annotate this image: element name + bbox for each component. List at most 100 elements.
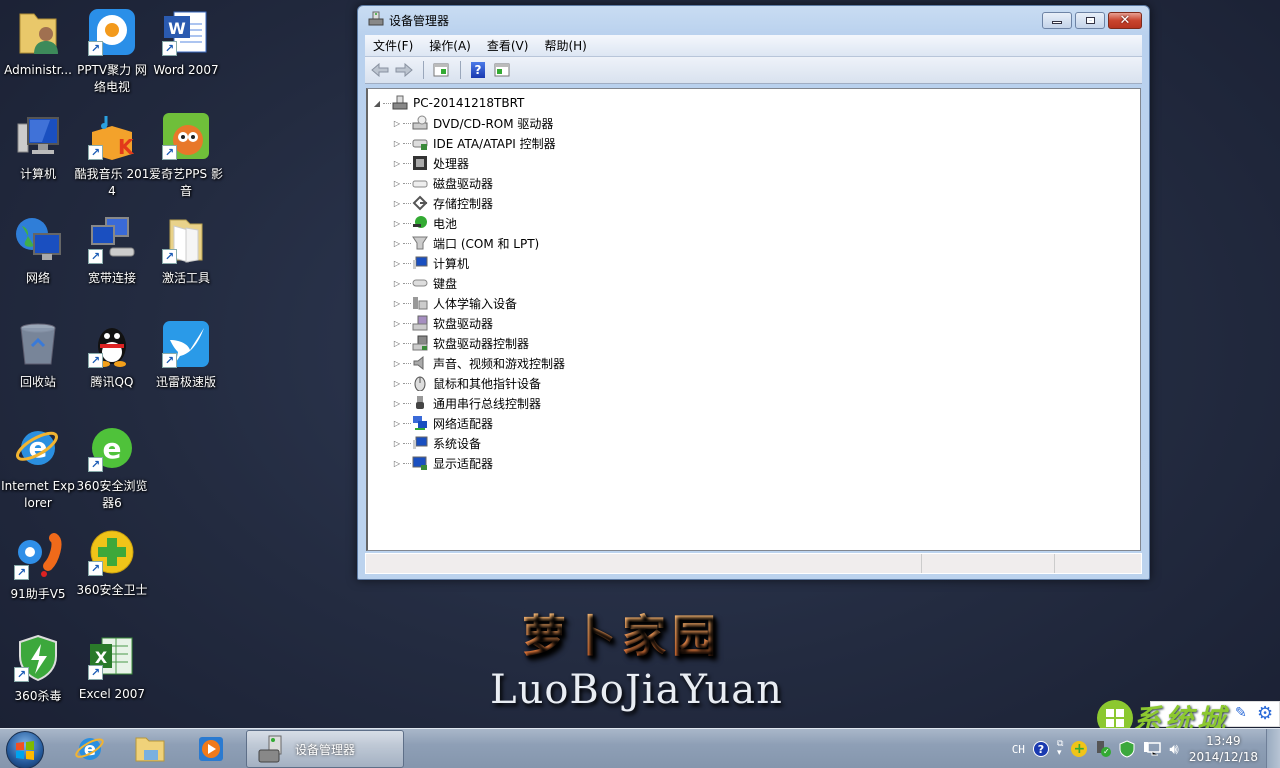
- menu-bar: 文件(F) 操作(A) 查看(V) 帮助(H): [365, 35, 1142, 57]
- tree-node[interactable]: ▷ 显示适配器: [392, 453, 1140, 473]
- tree-node[interactable]: ▷ 存储控制器: [392, 193, 1140, 213]
- expand-arrow-icon[interactable]: ▷: [392, 319, 402, 328]
- desktop-icon-computer[interactable]: 计算机: [0, 108, 76, 183]
- tree-node[interactable]: ▷ 端口 (COM 和 LPT): [392, 233, 1140, 253]
- desktop-icon-360-browser[interactable]: e ↗ 360安全浏览器6: [74, 420, 150, 512]
- minimize-button[interactable]: [1042, 12, 1072, 29]
- tree-node-label: 显示适配器: [433, 456, 494, 471]
- menu-help[interactable]: 帮助(H): [536, 37, 594, 54]
- usb-device-tray-icon[interactable]: ✓: [1095, 741, 1112, 757]
- close-button[interactable]: ✕: [1108, 12, 1142, 29]
- expand-arrow-icon[interactable]: ▷: [392, 219, 402, 228]
- desktop-icon-broadband[interactable]: ↗ 宽带连接: [74, 212, 150, 287]
- toolbar-separator: [423, 61, 424, 79]
- 360-antivirus-tray-icon[interactable]: [1119, 740, 1135, 758]
- network-tray-icon[interactable]: [1143, 741, 1162, 757]
- expand-arrow-icon[interactable]: ▷: [392, 379, 402, 388]
- help-tray-icon[interactable]: ?: [1032, 741, 1049, 757]
- desktop-icon-360-antivirus[interactable]: ↗ 360杀毒: [0, 630, 76, 705]
- desktop-icon-pptv[interactable]: ↗ PPTV聚力 网络电视: [74, 4, 150, 96]
- desktop-icon-activation-tool[interactable]: ↗ 激活工具: [148, 212, 224, 287]
- menu-file[interactable]: 文件(F): [365, 37, 421, 54]
- expand-arrow-icon[interactable]: ▷: [392, 339, 402, 348]
- expand-arrow-icon[interactable]: ▷: [392, 419, 402, 428]
- show-desktop-button[interactable]: [1266, 729, 1280, 768]
- help-button[interactable]: ?: [467, 60, 489, 80]
- show-hide-console-tree-button[interactable]: [430, 60, 452, 80]
- tree-node[interactable]: ▷ IDE ATA/ATAPI 控制器: [392, 133, 1140, 153]
- network-adapter-icon: [412, 415, 428, 431]
- tree-node[interactable]: ▷ 软盘驱动器: [392, 313, 1140, 333]
- show-hide-action-pane-button[interactable]: [491, 60, 513, 80]
- task-label: 设备管理器: [295, 742, 356, 757]
- desktop-icon-91-assistant[interactable]: ↗ 91助手V5: [0, 528, 76, 603]
- desktop-icon-word[interactable]: W ↗ Word 2007: [148, 4, 224, 79]
- toolbar: ?: [365, 57, 1142, 84]
- desktop-icon-qq[interactable]: ↗ 腾讯QQ: [74, 316, 150, 391]
- shortcut-arrow-icon: ↗: [88, 665, 103, 680]
- tree-node[interactable]: ▷ 计算机: [392, 253, 1140, 273]
- language-indicator[interactable]: CH: [1012, 743, 1025, 756]
- expand-arrow-icon[interactable]: ▷: [392, 259, 402, 268]
- tree-node[interactable]: ▷ DVD/CD-ROM 驱动器: [392, 113, 1140, 133]
- desktop-icon-kuwo-music[interactable]: K ↗ 酷我音乐 2014: [74, 108, 150, 200]
- clock[interactable]: 13:49 2014/12/18: [1189, 733, 1258, 765]
- taskbar-pin-media-player[interactable]: [186, 732, 236, 766]
- taskbar-pin-ie[interactable]: e: [65, 732, 115, 766]
- tree-node[interactable]: ▷ 网络适配器: [392, 413, 1140, 433]
- desktop-icon-internet-explorer[interactable]: e Internet Explorer: [0, 420, 76, 512]
- title-bar[interactable]: 设备管理器 ✕: [358, 6, 1149, 35]
- desktop-icon-360-safe[interactable]: ↗ 360安全卫士: [74, 524, 150, 599]
- taskbar-item-device-manager[interactable]: 设备管理器: [246, 730, 404, 768]
- desktop-icon-iqiyi-pps[interactable]: ↗ 爱奇艺PPS 影音: [148, 108, 224, 200]
- expand-arrow-icon[interactable]: ▷: [392, 199, 402, 208]
- expand-arrow-icon[interactable]: ▷: [392, 439, 402, 448]
- expand-arrow-icon[interactable]: ▷: [392, 179, 402, 188]
- taskbar-pin-explorer[interactable]: [125, 732, 175, 766]
- tree-node[interactable]: ▷ 声音、视频和游戏控制器: [392, 353, 1140, 373]
- edit-icon: ✎: [1235, 705, 1247, 721]
- tree-node[interactable]: ▷ 处理器: [392, 153, 1140, 173]
- collapse-arrow-icon[interactable]: ◢: [372, 99, 382, 108]
- forward-button[interactable]: [393, 60, 415, 80]
- expand-arrow-icon[interactable]: ▷: [392, 399, 402, 408]
- volume-icon[interactable]: 🔊︎: [1169, 740, 1178, 758]
- tree-root[interactable]: ◢ PC-20141218TBRT: [372, 93, 1140, 113]
- shortcut-arrow-icon: ↗: [14, 667, 29, 682]
- tree-node[interactable]: ▷ 通用串行总线控制器: [392, 393, 1140, 413]
- expand-arrow-icon[interactable]: ▷: [392, 279, 402, 288]
- tree-node[interactable]: ▷ 软盘驱动器控制器: [392, 333, 1140, 353]
- tree-node[interactable]: ▷ 键盘: [392, 273, 1140, 293]
- desktop-icon-administrator[interactable]: Administr...: [0, 4, 76, 79]
- tree-node[interactable]: ▷ 系统设备: [392, 433, 1140, 453]
- tree-node[interactable]: ▷ 磁盘驱动器: [392, 173, 1140, 193]
- desktop-icon-excel[interactable]: X ↗ Excel 2007: [74, 628, 150, 703]
- tree-node[interactable]: ▷ 鼠标和其他指针设备: [392, 373, 1140, 393]
- network-icon: [14, 216, 62, 264]
- desktop-icon-network[interactable]: 网络: [0, 212, 76, 287]
- expand-arrow-icon[interactable]: ▷: [392, 239, 402, 248]
- status-pane-3: [1055, 554, 1141, 573]
- expand-arrow-icon[interactable]: ▷: [392, 299, 402, 308]
- expand-arrow-icon[interactable]: ▷: [392, 139, 402, 148]
- expand-arrow-icon[interactable]: ▷: [392, 459, 402, 468]
- expand-arrow-icon[interactable]: ▷: [392, 119, 402, 128]
- tree-node-label: 处理器: [433, 156, 470, 171]
- menu-action[interactable]: 操作(A): [421, 37, 479, 54]
- expand-arrow-icon[interactable]: ▷: [392, 159, 402, 168]
- back-button[interactable]: [369, 60, 391, 80]
- desktop-icon-xunlei[interactable]: ↗ 迅雷极速版: [148, 316, 224, 391]
- menu-view[interactable]: 查看(V): [479, 37, 537, 54]
- tree-node-label: 端口 (COM 和 LPT): [433, 236, 540, 251]
- desktop-icon-recycle-bin[interactable]: 回收站: [0, 316, 76, 391]
- expand-arrow-icon[interactable]: ▷: [392, 359, 402, 368]
- shortcut-arrow-icon: ↗: [162, 353, 177, 368]
- device-tree-pane[interactable]: ◢ PC-20141218TBRT ▷ DVD/CD-ROM 驱动器 ▷ IDE AT…: [366, 88, 1141, 551]
- tree-node[interactable]: ▷ 电池: [392, 213, 1140, 233]
- maximize-button[interactable]: [1075, 12, 1105, 29]
- tree-node-label: 声音、视频和游戏控制器: [433, 356, 566, 371]
- show-hidden-icons-button[interactable]: ⧉ ▾: [1057, 740, 1063, 758]
- tree-node[interactable]: ▷ 人体学输入设备: [392, 293, 1140, 313]
- start-button[interactable]: [6, 731, 44, 768]
- 360-safe-tray-icon[interactable]: +: [1071, 741, 1088, 757]
